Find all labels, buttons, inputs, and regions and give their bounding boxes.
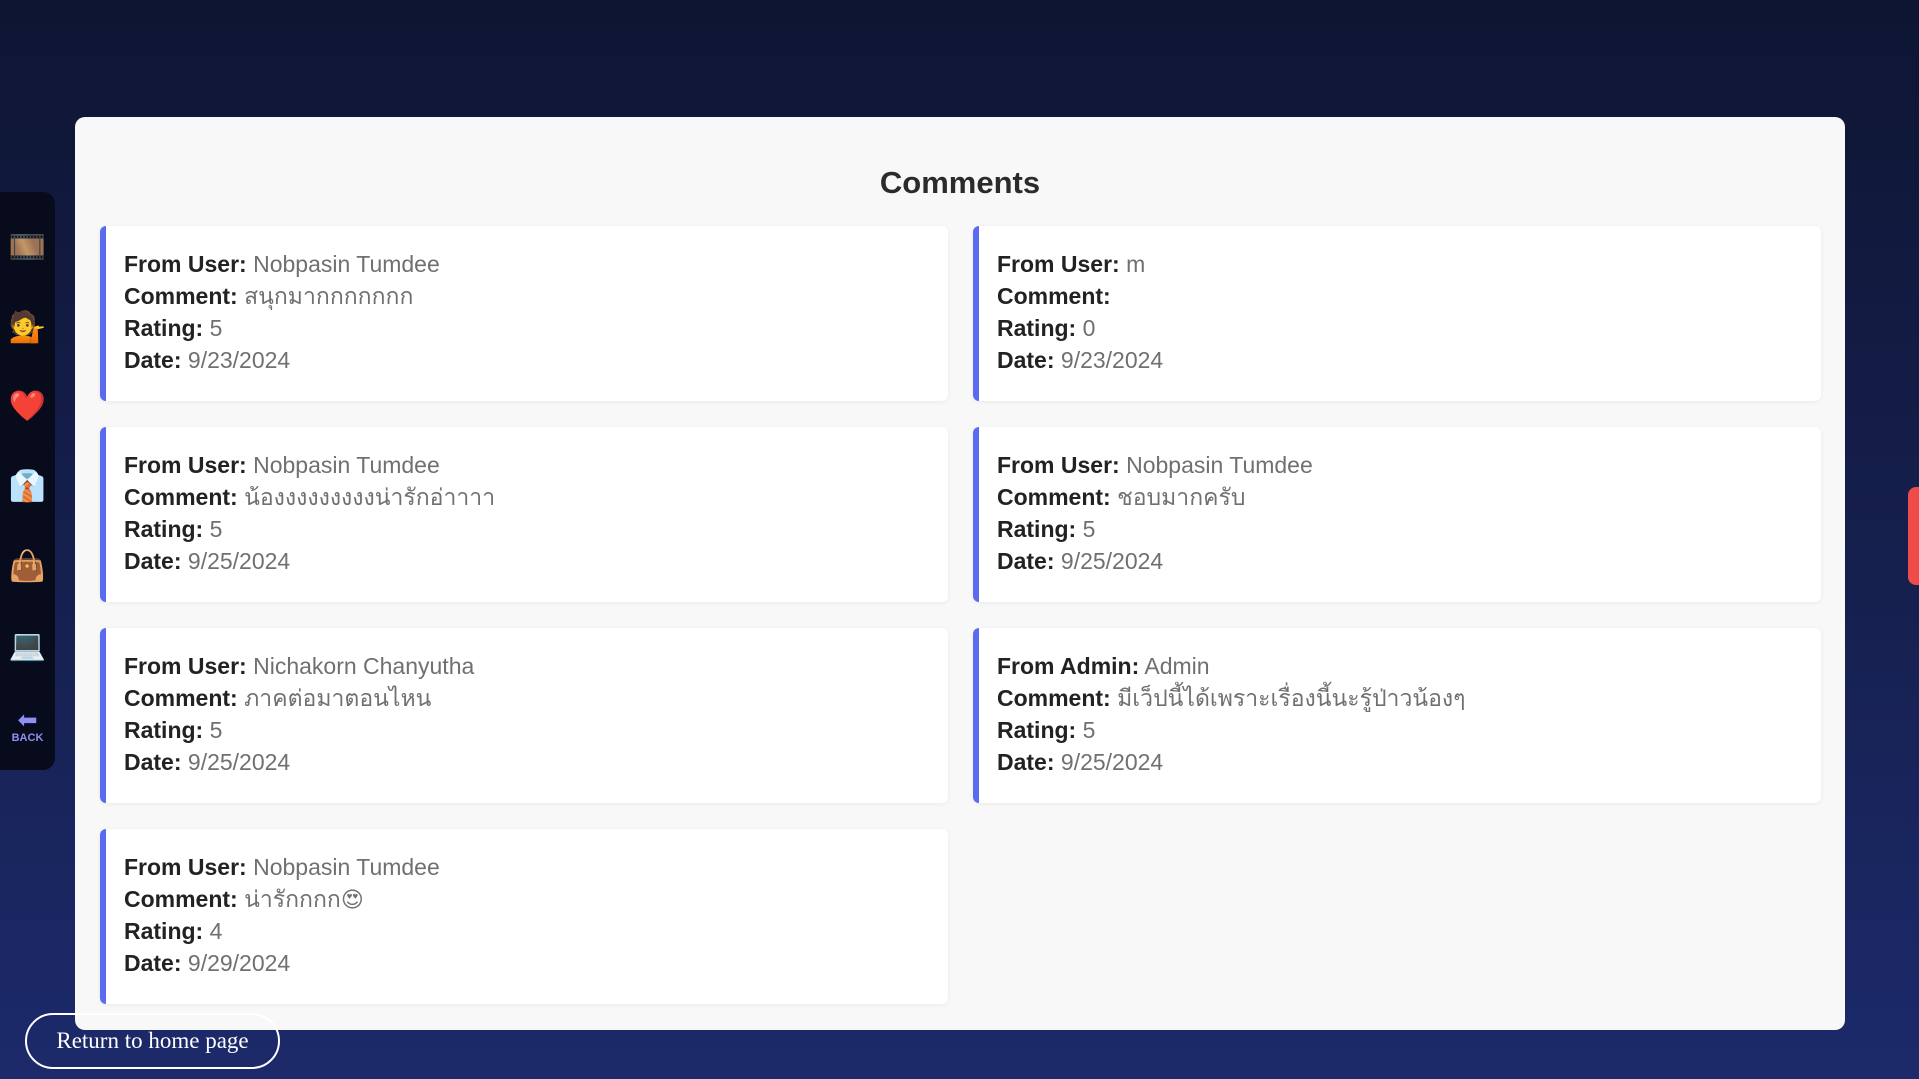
back-arrow-icon: ⬅ xyxy=(17,705,38,734)
rating-label: Rating: xyxy=(997,315,1077,341)
date-label: Date: xyxy=(124,749,182,775)
comment-user: Nichakorn Chanyutha xyxy=(253,653,475,679)
comment-label: Comment: xyxy=(997,484,1111,510)
date-label: Date: xyxy=(124,347,182,373)
comment-rating: 5 xyxy=(1082,717,1096,743)
handbag-icon: 👜 xyxy=(8,548,47,584)
return-home-button[interactable]: Return to home page xyxy=(25,1013,280,1069)
comment-user: Nobpasin Tumdee xyxy=(253,452,440,478)
film-icon: 🎞️ xyxy=(8,230,47,265)
back-label: BACK xyxy=(11,731,44,744)
comment-label: Comment: xyxy=(124,484,238,510)
comment-user: Nobpasin Tumdee xyxy=(253,251,440,277)
comment-rating: 5 xyxy=(209,315,223,341)
date-label: Date: xyxy=(997,548,1055,574)
from-label: From User: xyxy=(997,251,1120,277)
comment-text: น่ารักกกก xyxy=(244,886,341,912)
comment-user: Admin xyxy=(1144,653,1210,679)
comment-user: Nobpasin Tumdee xyxy=(1126,452,1313,478)
comment-rating: 4 xyxy=(209,918,223,944)
comment-date: 9/23/2024 xyxy=(1060,347,1164,373)
from-label: From User: xyxy=(124,251,247,277)
comment-rating: 5 xyxy=(209,516,223,542)
comment-rating: 0 xyxy=(1082,315,1096,341)
comment-text: น้องงงงงงงงงน่ารักอ่าาาา xyxy=(244,484,496,510)
sidebar: 🎞️ 💁 ❤️ 👔 👜 💻 ⬅ BACK xyxy=(0,192,55,770)
heart-icon: ❤️ xyxy=(8,389,47,425)
sidebar-item-laptop[interactable]: 💻 xyxy=(8,624,48,668)
comment-card: From User: Nobpasin Tumdee Comment: น่าร… xyxy=(100,829,948,1004)
comment-card: From User: Nobpasin Tumdee Comment: ชอบม… xyxy=(973,427,1821,602)
rating-label: Rating: xyxy=(124,717,204,743)
rating-label: Rating: xyxy=(124,918,204,944)
rating-label: Rating: xyxy=(997,717,1077,743)
comment-card: From Admin: Admin Comment: มีเว็ปนี้ได้เ… xyxy=(973,628,1821,803)
comment-user: m xyxy=(1126,251,1146,277)
comment-card: From User: Nobpasin Tumdee Comment: สนุก… xyxy=(100,226,948,401)
rating-label: Rating: xyxy=(124,315,204,341)
date-label: Date: xyxy=(997,749,1055,775)
from-label: From User: xyxy=(997,452,1120,478)
sidebar-item-handbag[interactable]: 👜 xyxy=(8,545,48,589)
comment-date: 9/23/2024 xyxy=(187,347,291,373)
comment-date: 9/25/2024 xyxy=(1060,548,1164,574)
from-label: From User: xyxy=(124,854,247,880)
sidebar-item-person[interactable]: 💁 xyxy=(8,306,48,350)
comment-card: From User: Nobpasin Tumdee Comment: น้อง… xyxy=(100,427,948,602)
comment-rating: 5 xyxy=(1082,516,1096,542)
side-tab-handle[interactable] xyxy=(1908,487,1919,585)
comment-text: ภาคต่อมาตอนไหน xyxy=(244,685,432,711)
comment-date: 9/25/2024 xyxy=(187,548,291,574)
from-label: From User: xyxy=(124,653,247,679)
comment-label: Comment: xyxy=(997,685,1111,711)
sidebar-item-suit[interactable]: 👔 xyxy=(8,465,48,509)
person-tipping-hand-icon: 💁 xyxy=(8,309,47,345)
date-label: Date: xyxy=(997,347,1055,373)
comments-panel: Comments From User: Nobpasin Tumdee Comm… xyxy=(75,117,1845,1030)
comment-date: 9/29/2024 xyxy=(187,950,291,976)
heart-eyes-emoji-icon: 😍 xyxy=(340,888,364,913)
date-label: Date: xyxy=(124,548,182,574)
laptop-icon: 💻 xyxy=(8,628,47,664)
comment-label: Comment: xyxy=(124,685,238,711)
comment-label: Comment: xyxy=(124,886,238,912)
from-label: From Admin: xyxy=(997,653,1140,679)
sidebar-item-film[interactable]: 🎞️ xyxy=(8,226,48,270)
from-label: From User: xyxy=(124,452,247,478)
comment-card: From User: m Comment: Rating: 0 Date: 9/… xyxy=(973,226,1821,401)
comment-label: Comment: xyxy=(124,283,238,309)
sidebar-item-heart[interactable]: ❤️ xyxy=(8,385,48,429)
comment-date: 9/25/2024 xyxy=(1060,749,1164,775)
comment-rating: 5 xyxy=(209,717,223,743)
rating-label: Rating: xyxy=(124,516,204,542)
sidebar-back-button[interactable]: ⬅ BACK xyxy=(8,704,48,748)
comment-card: From User: Nichakorn Chanyutha Comment: … xyxy=(100,628,948,803)
comment-user: Nobpasin Tumdee xyxy=(253,854,440,880)
suit-icon: 👔 xyxy=(8,468,47,504)
comment-text: สนุกมากกกกกกก xyxy=(244,283,414,309)
comment-text: ชอบมากครับ xyxy=(1117,484,1246,510)
date-label: Date: xyxy=(124,950,182,976)
comment-text: มีเว็ปนี้ได้เพราะเรื่องนี้นะรู้ป่าวน้องๆ xyxy=(1117,685,1466,711)
rating-label: Rating: xyxy=(997,516,1077,542)
page-title: Comments xyxy=(879,165,1041,200)
comment-label: Comment: xyxy=(997,283,1111,309)
comment-date: 9/25/2024 xyxy=(187,749,291,775)
